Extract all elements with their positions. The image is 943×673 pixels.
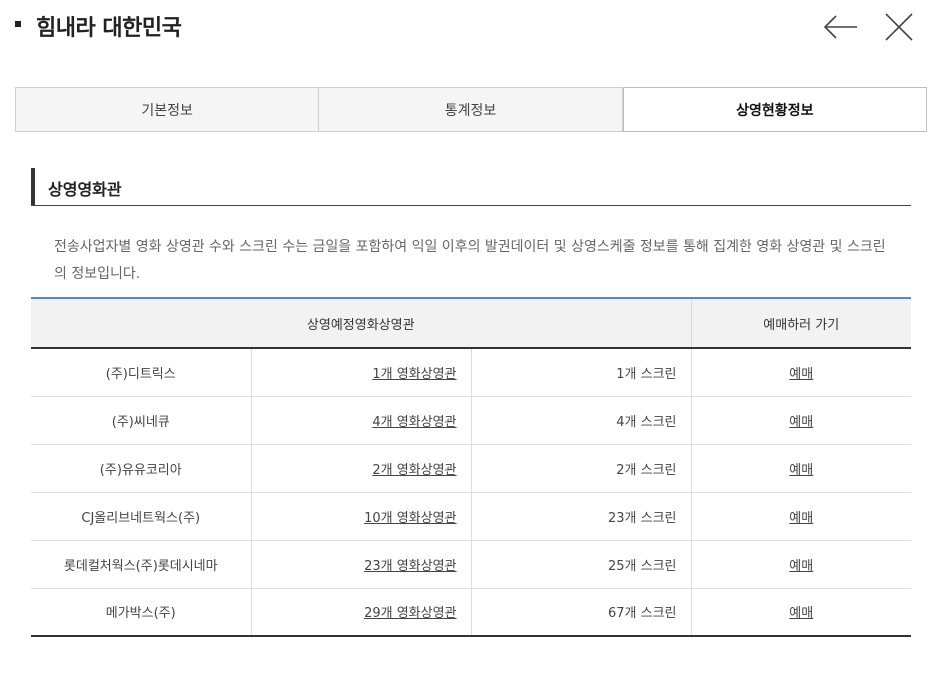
back-button[interactable] bbox=[822, 10, 860, 44]
table-row: 메가박스(주) 29개 영화상영관 67개 스크린 예매 bbox=[31, 588, 911, 637]
theater-count-link[interactable]: 23개 영화상영관 bbox=[364, 559, 456, 574]
arrow-left-icon bbox=[823, 15, 857, 39]
page-title: 힘내라 대한민국 bbox=[36, 16, 182, 41]
section-description: 전송사업자별 영화 상영관 수와 스크린 수는 금일을 포함하여 익일 이후의 … bbox=[54, 239, 886, 282]
theater-count-link[interactable]: 10개 영화상영관 bbox=[364, 511, 456, 526]
section-header: 상영영화관 bbox=[31, 168, 911, 206]
table-row: (주)유유코리아 2개 영화상영관 2개 스크린 예매 bbox=[31, 444, 911, 493]
booking-link[interactable]: 예매 bbox=[789, 606, 813, 621]
theater-count-link[interactable]: 1개 영화상영관 bbox=[372, 367, 456, 382]
screen-count: 1개 스크린 bbox=[471, 348, 692, 397]
table-row: (주)씨네큐 4개 영화상영관 4개 스크린 예매 bbox=[31, 396, 911, 445]
provider-name: (주)유유코리아 bbox=[31, 444, 252, 493]
table-row: (주)디트릭스 1개 영화상영관 1개 스크린 예매 bbox=[31, 348, 911, 397]
screen-count: 2개 스크린 bbox=[471, 444, 692, 493]
theater-count-cell: 1개 영화상영관 bbox=[251, 348, 472, 397]
table-row: 롯데컬처웍스(주)롯데시네마 23개 영화상영관 25개 스크린 예매 bbox=[31, 540, 911, 589]
booking-link[interactable]: 예매 bbox=[789, 511, 813, 526]
booking-cell: 예매 bbox=[691, 444, 911, 493]
screen-count: 23개 스크린 bbox=[471, 492, 692, 541]
section-bar bbox=[31, 168, 35, 205]
close-button[interactable] bbox=[882, 10, 916, 44]
theater-table: 상영예정영화상영관 예매하러 가기 (주)디트릭스 1개 영화상영관 1개 스크… bbox=[31, 297, 911, 637]
booking-cell: 예매 bbox=[691, 396, 911, 445]
table-row: CJ올리브네트웍스(주) 10개 영화상영관 23개 스크린 예매 bbox=[31, 492, 911, 541]
screen-count: 25개 스크린 bbox=[471, 540, 692, 589]
modal-header: 힘내라 대한민국 bbox=[0, 0, 943, 56]
provider-name: 메가박스(주) bbox=[31, 588, 252, 637]
theater-count-cell: 10개 영화상영관 bbox=[251, 492, 472, 541]
tab-statistics[interactable]: 통계정보 bbox=[319, 87, 623, 132]
tab-screening-status[interactable]: 상영현황정보 bbox=[622, 87, 927, 132]
provider-name: 롯데컬처웍스(주)롯데시네마 bbox=[31, 540, 252, 589]
screen-count: 4개 스크린 bbox=[471, 396, 692, 445]
tab-bar: 기본정보 통계정보 상영현황정보 bbox=[15, 87, 927, 132]
theater-count-cell: 23개 영화상영관 bbox=[251, 540, 472, 589]
booking-link[interactable]: 예매 bbox=[789, 415, 813, 430]
theater-count-cell: 4개 영화상영관 bbox=[251, 396, 472, 445]
table-header-row: 상영예정영화상영관 예매하러 가기 bbox=[31, 298, 911, 349]
provider-name: CJ올리브네트웍스(주) bbox=[31, 492, 252, 541]
booking-cell: 예매 bbox=[691, 540, 911, 589]
booking-cell: 예매 bbox=[691, 492, 911, 541]
section-title: 상영영화관 bbox=[48, 180, 122, 199]
booking-cell: 예매 bbox=[691, 348, 911, 397]
header-theaters: 상영예정영화상영관 bbox=[31, 298, 692, 349]
theater-count-link[interactable]: 4개 영화상영관 bbox=[372, 415, 456, 430]
screen-count: 67개 스크린 bbox=[471, 588, 692, 637]
tab-basic-info[interactable]: 기본정보 bbox=[15, 87, 320, 132]
provider-name: (주)디트릭스 bbox=[31, 348, 252, 397]
title-bullet bbox=[15, 21, 21, 27]
theater-count-link[interactable]: 2개 영화상영관 bbox=[372, 463, 456, 478]
booking-link[interactable]: 예매 bbox=[789, 559, 813, 574]
theater-count-link[interactable]: 29개 영화상영관 bbox=[364, 606, 456, 621]
provider-name: (주)씨네큐 bbox=[31, 396, 252, 445]
booking-link[interactable]: 예매 bbox=[789, 463, 813, 478]
booking-link[interactable]: 예매 bbox=[789, 367, 813, 382]
booking-cell: 예매 bbox=[691, 588, 911, 637]
close-icon bbox=[885, 13, 913, 41]
header-booking: 예매하러 가기 bbox=[691, 298, 911, 349]
theater-count-cell: 2개 영화상영관 bbox=[251, 444, 472, 493]
theater-count-cell: 29개 영화상영관 bbox=[251, 588, 472, 637]
